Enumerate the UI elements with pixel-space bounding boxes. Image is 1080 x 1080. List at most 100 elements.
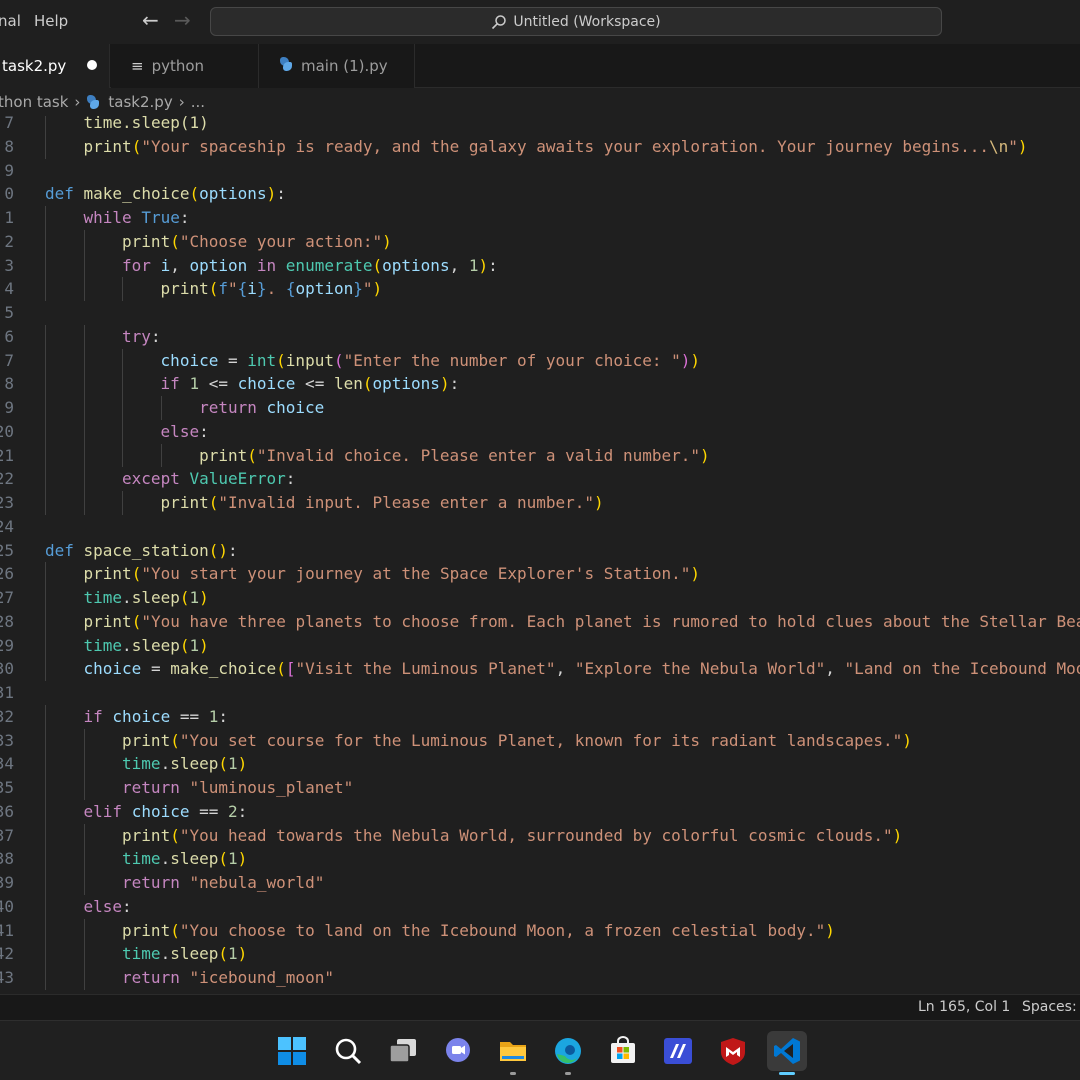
code-token: while: [83, 208, 142, 227]
code-text: try:: [122, 325, 161, 349]
code-token: .: [266, 279, 286, 299]
indent-guide: [45, 396, 46, 420]
code-token: (: [131, 611, 142, 631]
code-line[interactable]: 8 print("Your spaceship is ready, and the…: [0, 134, 1080, 159]
code-line[interactable]: 3 for i, option in enumerate(options, 1):: [0, 253, 1080, 278]
code-text: if 1 <= choice <= len(options):: [161, 372, 460, 396]
code-line[interactable]: 8 if 1 <= choice <= len(options):: [0, 372, 1080, 396]
code-line[interactable]: 9: [0, 159, 1080, 183]
code-line[interactable]: 32 if choice == 1:: [0, 704, 1080, 729]
code-line[interactable]: 26 print("You start your journey at the S…: [0, 562, 1080, 586]
indent-guide: [45, 894, 46, 919]
app-icon[interactable]: [658, 1031, 698, 1071]
code-text: elif choice == 2:: [84, 800, 248, 824]
search-icon[interactable]: [328, 1031, 368, 1071]
chat-icon[interactable]: [438, 1031, 478, 1071]
code-token: {: [237, 279, 248, 299]
code-line[interactable]: 21 print("Invalid choice. Please enter a …: [0, 443, 1080, 468]
menu-help[interactable]: Help: [34, 12, 68, 30]
unsaved-dot-icon[interactable]: [87, 60, 97, 70]
file-explorer-icon[interactable]: [493, 1031, 533, 1075]
code-text: choice = make_choice(["Visit the Luminou…: [84, 657, 1080, 681]
code-line[interactable]: 2 print("Choose your action:"): [0, 229, 1080, 254]
code-token: ": [228, 279, 238, 299]
line-number: 0: [4, 184, 14, 204]
code-token: time: [122, 754, 161, 774]
code-line[interactable]: 25 def space_station():: [0, 539, 1080, 563]
code-line[interactable]: 40 else:: [0, 894, 1080, 919]
code-line[interactable]: 9 return choice: [0, 396, 1080, 420]
code-line[interactable]: 31: [0, 681, 1080, 705]
code-line[interactable]: 7 choice = int(input("Enter the number of…: [0, 348, 1080, 373]
line-number: 23: [0, 493, 14, 512]
code-token: sleep: [131, 588, 180, 607]
code-line[interactable]: 1 while True:: [0, 206, 1080, 230]
code-line[interactable]: 34 time.sleep(1): [0, 752, 1080, 776]
code-line[interactable]: 29 time.sleep(1): [0, 633, 1080, 658]
code-line[interactable]: 36 elif choice == 2:: [0, 799, 1080, 824]
indent-guide: [83, 443, 85, 468]
code-token: (: [170, 825, 180, 845]
workspace-title: Untitled (Workspace): [513, 13, 661, 30]
indent-guide: [83, 277, 85, 301]
vscode-icon[interactable]: [767, 1031, 807, 1075]
code-line[interactable]: 35 return "luminous_planet": [0, 776, 1080, 800]
indentation-status[interactable]: Spaces: 4: [1022, 999, 1080, 1015]
task-view-icon[interactable]: [383, 1031, 423, 1071]
code-text: def space_station():: [45, 539, 238, 563]
code-token: options: [372, 374, 440, 394]
code-line[interactable]: 30choice = make_choice(["Visit the Lumin…: [0, 657, 1080, 681]
code-token: ): [237, 944, 248, 964]
code-line[interactable]: 43 return "icebound_moon": [0, 966, 1080, 990]
windows-start-icon[interactable]: [272, 1031, 312, 1071]
code-line[interactable]: 20 else:: [0, 419, 1080, 444]
code-line[interactable]: 4 print(f"{i}. {option}"): [0, 277, 1080, 301]
code-line[interactable]: 28 print("You have three planets to choos…: [0, 609, 1080, 634]
indent-guide: [45, 776, 46, 800]
code-line[interactable]: 24: [0, 515, 1080, 539]
code-line[interactable]: 37 print("You head towards the Nebula Wor…: [0, 823, 1080, 848]
cursor-position[interactable]: Ln 165, Col 1: [918, 999, 1010, 1015]
line-number: 4: [4, 279, 14, 299]
code-line[interactable]: 0 def make_choice(options):: [0, 182, 1080, 206]
indent-guide: [83, 229, 85, 254]
code-line[interactable]: 6 try:: [0, 324, 1080, 349]
breadcrumb-symbol[interactable]: ...: [191, 93, 205, 111]
code-line[interactable]: 5: [0, 301, 1080, 325]
indent-guide: [45, 419, 46, 444]
store-icon[interactable]: [603, 1031, 643, 1071]
code-token: choice: [83, 659, 142, 679]
indent-guide: [83, 752, 85, 776]
code-token: "You have three planets to choose from. …: [141, 611, 1080, 631]
code-line[interactable]: 42 time.sleep(1): [0, 942, 1080, 966]
code-line[interactable]: 33 print("You set course for the Luminous…: [0, 728, 1080, 753]
indent-guide: [45, 752, 46, 776]
code-line[interactable]: 22 except ValueError:: [0, 467, 1080, 491]
code-line[interactable]: 7 time.sleep(1): [0, 116, 1080, 135]
edge-icon[interactable]: [548, 1031, 588, 1075]
code-editor[interactable]: 7 time.sleep(1) 8 print("Your spaceship is …: [0, 116, 1080, 994]
code-token: return: [199, 398, 267, 417]
indent-guide: [83, 966, 85, 990]
code-line[interactable]: 27 time.sleep(1): [0, 586, 1080, 610]
mcafee-icon[interactable]: [713, 1031, 753, 1071]
tab-task2-py[interactable]: task2.py: [0, 44, 110, 88]
back-arrow-icon[interactable]: ←: [142, 8, 159, 32]
code-token: int: [247, 350, 277, 370]
code-token: (: [189, 184, 200, 204]
command-center-search[interactable]: Untitled (Workspace): [210, 7, 942, 36]
line-number: 9: [4, 398, 14, 417]
forward-arrow-icon[interactable]: →: [174, 8, 191, 32]
code-line[interactable]: 23 print("Invalid input. Please enter a n…: [0, 491, 1080, 515]
tab-main-1-py[interactable]: main (1).py: [259, 44, 415, 88]
tab-python[interactable]: ≡ python: [111, 44, 259, 88]
menu-terminal[interactable]: nal: [0, 12, 21, 30]
code-text: return "nebula_world": [122, 871, 324, 895]
code-line[interactable]: 41 print("You choose to land on the Icebo…: [0, 918, 1080, 943]
code-line[interactable]: 39 return "nebula_world": [0, 871, 1080, 895]
line-number: 22: [0, 469, 14, 489]
breadcrumb-file[interactable]: task2.py: [108, 93, 172, 111]
code-token: .: [160, 849, 171, 869]
code-line[interactable]: 38 time.sleep(1): [0, 847, 1080, 871]
breadcrumb-folder[interactable]: thon task: [0, 93, 68, 111]
